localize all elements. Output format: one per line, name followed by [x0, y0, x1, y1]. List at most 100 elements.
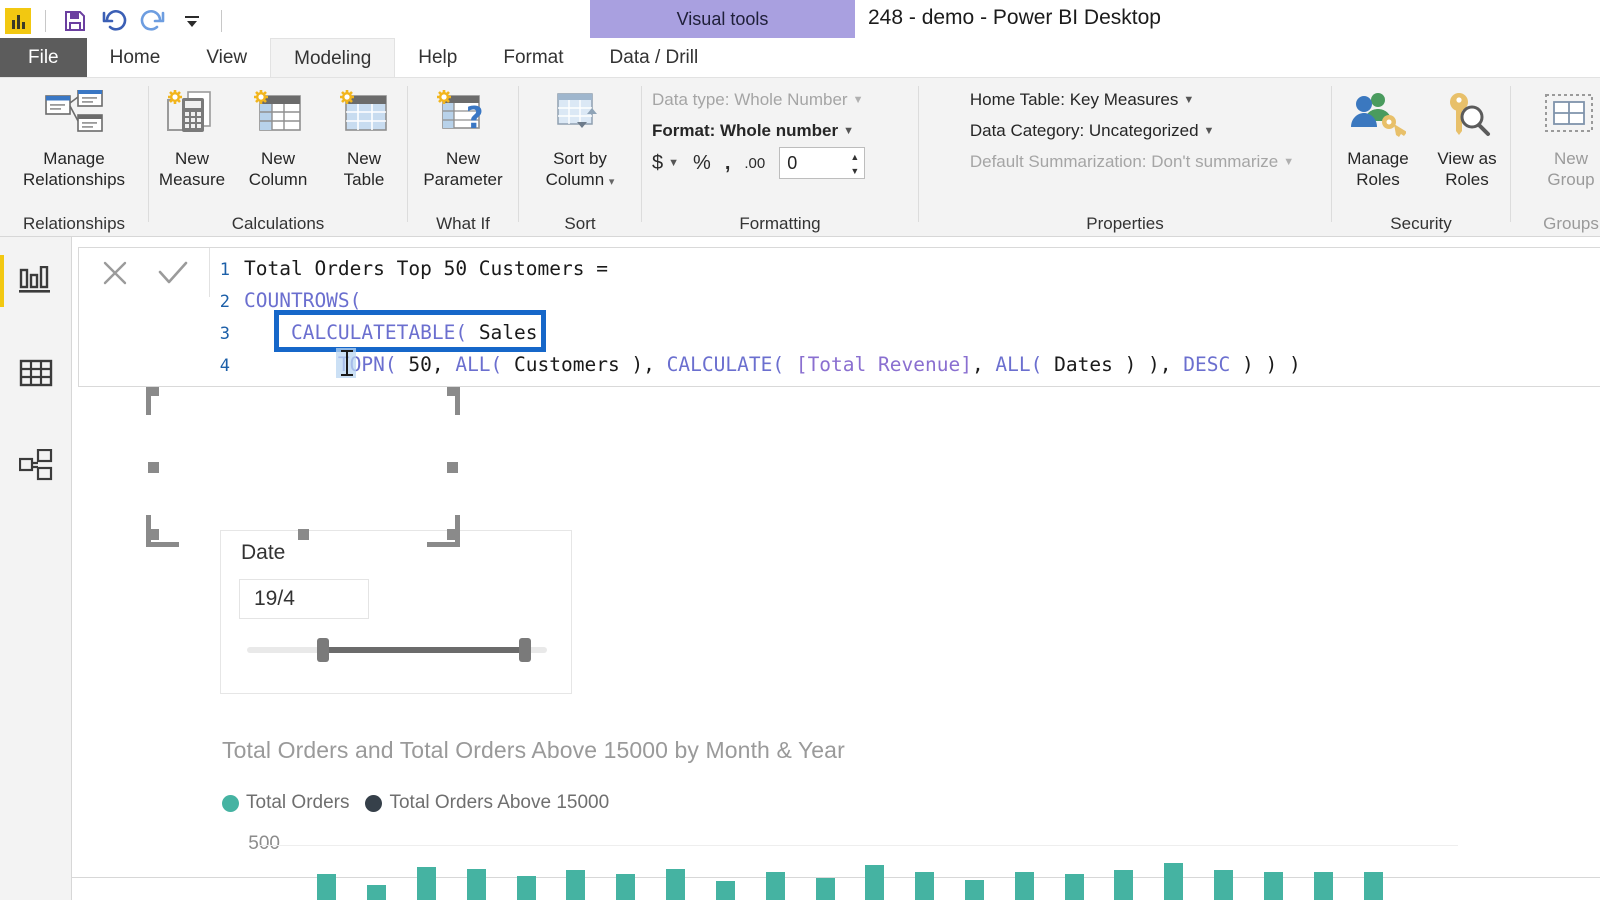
chart-bar[interactable]: [815, 877, 835, 900]
chart-bar[interactable]: [865, 865, 885, 900]
chart-bar[interactable]: [1214, 870, 1234, 900]
tab-modeling[interactable]: Modeling: [270, 38, 396, 78]
chart-bar-group[interactable]: [461, 845, 511, 900]
thousands-separator-button[interactable]: ,: [725, 152, 731, 175]
manage-roles-button[interactable]: Manage Roles: [1332, 78, 1424, 191]
slicer-track[interactable]: [247, 638, 547, 662]
chart-bar-group[interactable]: [561, 845, 611, 900]
chart-bar[interactable]: [1313, 872, 1333, 900]
chart-bar-group[interactable]: [1259, 845, 1309, 900]
chart-bar-group[interactable]: [760, 845, 810, 900]
default-summarization-dropdown[interactable]: Default Summarization: Don't summarize ▼: [970, 152, 1294, 172]
slicer-handle-left[interactable]: [317, 638, 329, 662]
tab-data-drill[interactable]: Data / Drill: [586, 38, 722, 78]
undo-icon[interactable]: [99, 6, 129, 36]
customize-quick-access-icon[interactable]: [177, 6, 207, 36]
new-measure-button[interactable]: New Measure: [149, 78, 235, 191]
accept-formula-icon[interactable]: [153, 256, 193, 290]
format-dropdown[interactable]: Format: Whole number ▼: [652, 121, 854, 141]
chart-bar[interactable]: [516, 875, 536, 900]
chart-bar-group[interactable]: [1209, 845, 1259, 900]
new-column-button[interactable]: New Column: [235, 78, 321, 191]
tab-home[interactable]: Home: [87, 38, 184, 78]
legend-item-total-orders-above-15000[interactable]: Total Orders Above 15000: [365, 792, 609, 814]
chart-bar[interactable]: [1164, 863, 1184, 900]
resize-handle-bottom-center[interactable]: [298, 529, 309, 540]
resize-handle-mid-left[interactable]: [148, 462, 159, 473]
tab-file[interactable]: File: [0, 38, 87, 78]
chart-bar[interactable]: [1363, 872, 1383, 900]
chart-bar[interactable]: [915, 872, 935, 900]
percent-button[interactable]: %: [693, 152, 711, 175]
new-parameter-button[interactable]: ? New Parameter: [408, 78, 518, 191]
model-view-icon[interactable]: [0, 429, 72, 501]
data-category-dropdown[interactable]: Data Category: Uncategorized ▼: [970, 121, 1215, 141]
chart-bar[interactable]: [965, 879, 984, 900]
power-bi-desktop-window: Visual tools 248 - demo - Power BI Deskt…: [0, 0, 1600, 900]
home-table-dropdown[interactable]: Home Table: Key Measures ▼: [970, 90, 1194, 110]
chart-bar-group[interactable]: [910, 845, 960, 900]
chart-bar-group[interactable]: [810, 845, 860, 900]
chart-bar-group[interactable]: [960, 845, 1010, 900]
column-chart-visual[interactable]: Total Orders and Total Orders Above 1500…: [222, 737, 1472, 900]
date-slicer-visual[interactable]: Date 19/4: [220, 530, 572, 694]
data-view-icon[interactable]: [0, 337, 72, 409]
chart-bar[interactable]: [1014, 872, 1034, 900]
redo-icon[interactable]: [138, 6, 168, 36]
chart-bar[interactable]: [466, 868, 486, 900]
chart-bar[interactable]: [566, 870, 586, 900]
dax-formula-bar[interactable]: 1 Total Orders Top 50 Customers = 2 COUNTRO…: [78, 247, 1600, 387]
chart-bar-group[interactable]: [511, 845, 561, 900]
dax-code-line[interactable]: 2 COUNTROWS(: [210, 289, 1600, 321]
decimal-places-stepper[interactable]: 0 ▲ ▼: [779, 147, 866, 179]
chart-bar-group[interactable]: [262, 845, 312, 900]
chart-bar-group[interactable]: [710, 845, 760, 900]
report-view-icon[interactable]: [0, 245, 72, 317]
chart-bar-group[interactable]: [312, 845, 362, 900]
manage-relationships-button[interactable]: Manage Relationships: [0, 78, 148, 191]
resize-handle-mid-right[interactable]: [447, 462, 458, 473]
decimal-places-button[interactable]: .00: [744, 155, 765, 172]
chart-bar[interactable]: [1114, 870, 1134, 900]
chart-bar-group[interactable]: [611, 845, 661, 900]
chart-bar[interactable]: [616, 874, 636, 900]
data-type-dropdown[interactable]: Data type: Whole Number ▼: [652, 90, 863, 110]
save-icon[interactable]: [60, 6, 90, 36]
new-group-button[interactable]: New Group: [1511, 78, 1600, 191]
chart-bar[interactable]: [416, 866, 436, 900]
sort-by-column-button[interactable]: Sort by Column ▾: [519, 78, 641, 191]
dax-code-line[interactable]: 4 TOPN( 50, ALL( Customers ), CALCULATE(…: [210, 353, 1600, 385]
cancel-formula-icon[interactable]: [95, 256, 135, 290]
chart-bar-group[interactable]: [1308, 845, 1358, 900]
chart-bar[interactable]: [715, 881, 735, 900]
currency-button[interactable]: $ ▼: [652, 152, 679, 175]
chart-bar-group[interactable]: [1009, 845, 1059, 900]
chart-bar-group[interactable]: [860, 845, 910, 900]
tab-view[interactable]: View: [183, 38, 270, 78]
chart-bar-group[interactable]: [1159, 845, 1209, 900]
dax-code-editor[interactable]: 1 Total Orders Top 50 Customers = 2 COUNTRO…: [210, 248, 1600, 386]
stepper-arrows[interactable]: ▲ ▼: [850, 150, 859, 178]
chart-bar[interactable]: [666, 868, 686, 900]
slicer-start-value[interactable]: 19/4: [239, 579, 369, 619]
chart-bar-group[interactable]: [362, 845, 412, 900]
chart-bar[interactable]: [1263, 872, 1283, 900]
chart-bar[interactable]: [317, 874, 337, 900]
dax-code-line[interactable]: 1 Total Orders Top 50 Customers =: [210, 257, 1600, 289]
chart-bar[interactable]: [765, 872, 785, 900]
slicer-handle-right[interactable]: [519, 638, 531, 662]
chart-bar[interactable]: [367, 885, 387, 900]
tab-format[interactable]: Format: [480, 38, 587, 78]
chart-bar-group[interactable]: [411, 845, 461, 900]
chart-bar[interactable]: [1064, 874, 1084, 900]
chart-bar-group[interactable]: [1059, 845, 1109, 900]
legend-item-total-orders[interactable]: Total Orders: [222, 792, 349, 814]
chart-bar-group[interactable]: [661, 845, 711, 900]
new-table-button[interactable]: New Table: [321, 78, 407, 191]
dax-code-line[interactable]: 3 CALCULATETABLE( Sales,: [210, 321, 1600, 353]
tab-help[interactable]: Help: [395, 38, 480, 78]
chart-bar-group[interactable]: [1408, 845, 1458, 900]
chart-bar-group[interactable]: [1109, 845, 1159, 900]
chart-bar-group[interactable]: [1358, 845, 1408, 900]
view-as-roles-button[interactable]: View as Roles: [1424, 78, 1510, 191]
